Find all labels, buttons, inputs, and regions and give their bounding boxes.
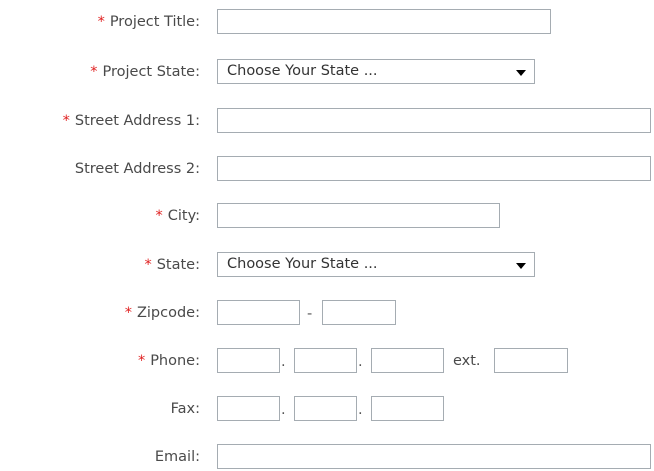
street1-label-text: Street Address 1:	[74, 113, 200, 129]
zipcode-input-1[interactable]	[217, 300, 300, 325]
city-input[interactable]	[217, 203, 500, 228]
project-state-selected: Choose Your State ...	[227, 63, 378, 79]
chevron-down-icon	[516, 70, 526, 76]
project-title-label: * Project Title:	[98, 8, 200, 36]
state-select[interactable]: Choose Your State ...	[217, 252, 535, 277]
project-state-select[interactable]: Choose Your State ...	[217, 59, 535, 84]
city-label: * City:	[156, 202, 201, 230]
required-marker: *	[90, 64, 98, 80]
required-marker: *	[124, 305, 132, 321]
zipcode-input-2[interactable]	[322, 300, 396, 325]
required-marker: *	[62, 113, 70, 129]
project-title-input[interactable]	[217, 9, 551, 34]
phone-ext-input[interactable]	[494, 348, 568, 373]
project-title-label-text: Project Title:	[109, 14, 200, 30]
email-input[interactable]	[217, 444, 651, 469]
project-title-row: * Project Title:	[0, 8, 654, 36]
phone-dot-1: .	[281, 354, 286, 370]
fax-label: Fax:	[170, 401, 200, 417]
fax-prefix-input[interactable]	[294, 396, 357, 421]
project-state-row: * Project State: Choose Your State ...	[0, 58, 654, 86]
zipcode-label-text: Zipcode:	[136, 305, 200, 321]
project-state-label: * Project State:	[90, 58, 200, 86]
project-state-label-text: Project State:	[102, 64, 201, 80]
phone-ext-label: ext.	[453, 353, 481, 369]
phone-label-text: Phone:	[150, 353, 200, 369]
chevron-down-icon	[516, 263, 526, 269]
phone-area-input[interactable]	[217, 348, 280, 373]
street2-label: Street Address 2:	[74, 161, 200, 177]
required-marker: *	[155, 208, 163, 224]
required-marker: *	[97, 14, 105, 30]
street2-input[interactable]	[217, 156, 651, 181]
fax-dot-1: .	[281, 402, 286, 418]
city-row: * City:	[0, 202, 654, 230]
street1-label: * Street Address 1:	[63, 107, 200, 135]
street1-input[interactable]	[217, 108, 651, 133]
state-label: * State:	[144, 251, 200, 279]
phone-dot-2: .	[358, 354, 363, 370]
phone-line-input[interactable]	[371, 348, 444, 373]
street2-row: Street Address 2:	[0, 155, 654, 183]
phone-row: * Phone: . . ext.	[0, 347, 654, 375]
fax-dot-2: .	[358, 402, 363, 418]
phone-label: * Phone:	[138, 347, 200, 375]
zipcode-label: * Zipcode:	[125, 299, 200, 327]
state-selected: Choose Your State ...	[227, 256, 378, 272]
zipcode-row: * Zipcode: -	[0, 299, 654, 327]
city-label-text: City:	[167, 208, 200, 224]
required-marker: *	[144, 257, 152, 273]
state-row: * State: Choose Your State ...	[0, 251, 654, 279]
street1-row: * Street Address 1:	[0, 107, 654, 135]
zipcode-separator: -	[307, 306, 313, 322]
state-label-text: State:	[156, 257, 200, 273]
fax-row: Fax: . .	[0, 395, 654, 423]
phone-prefix-input[interactable]	[294, 348, 357, 373]
fax-line-input[interactable]	[371, 396, 444, 421]
required-marker: *	[137, 353, 146, 369]
fax-area-input[interactable]	[217, 396, 280, 421]
